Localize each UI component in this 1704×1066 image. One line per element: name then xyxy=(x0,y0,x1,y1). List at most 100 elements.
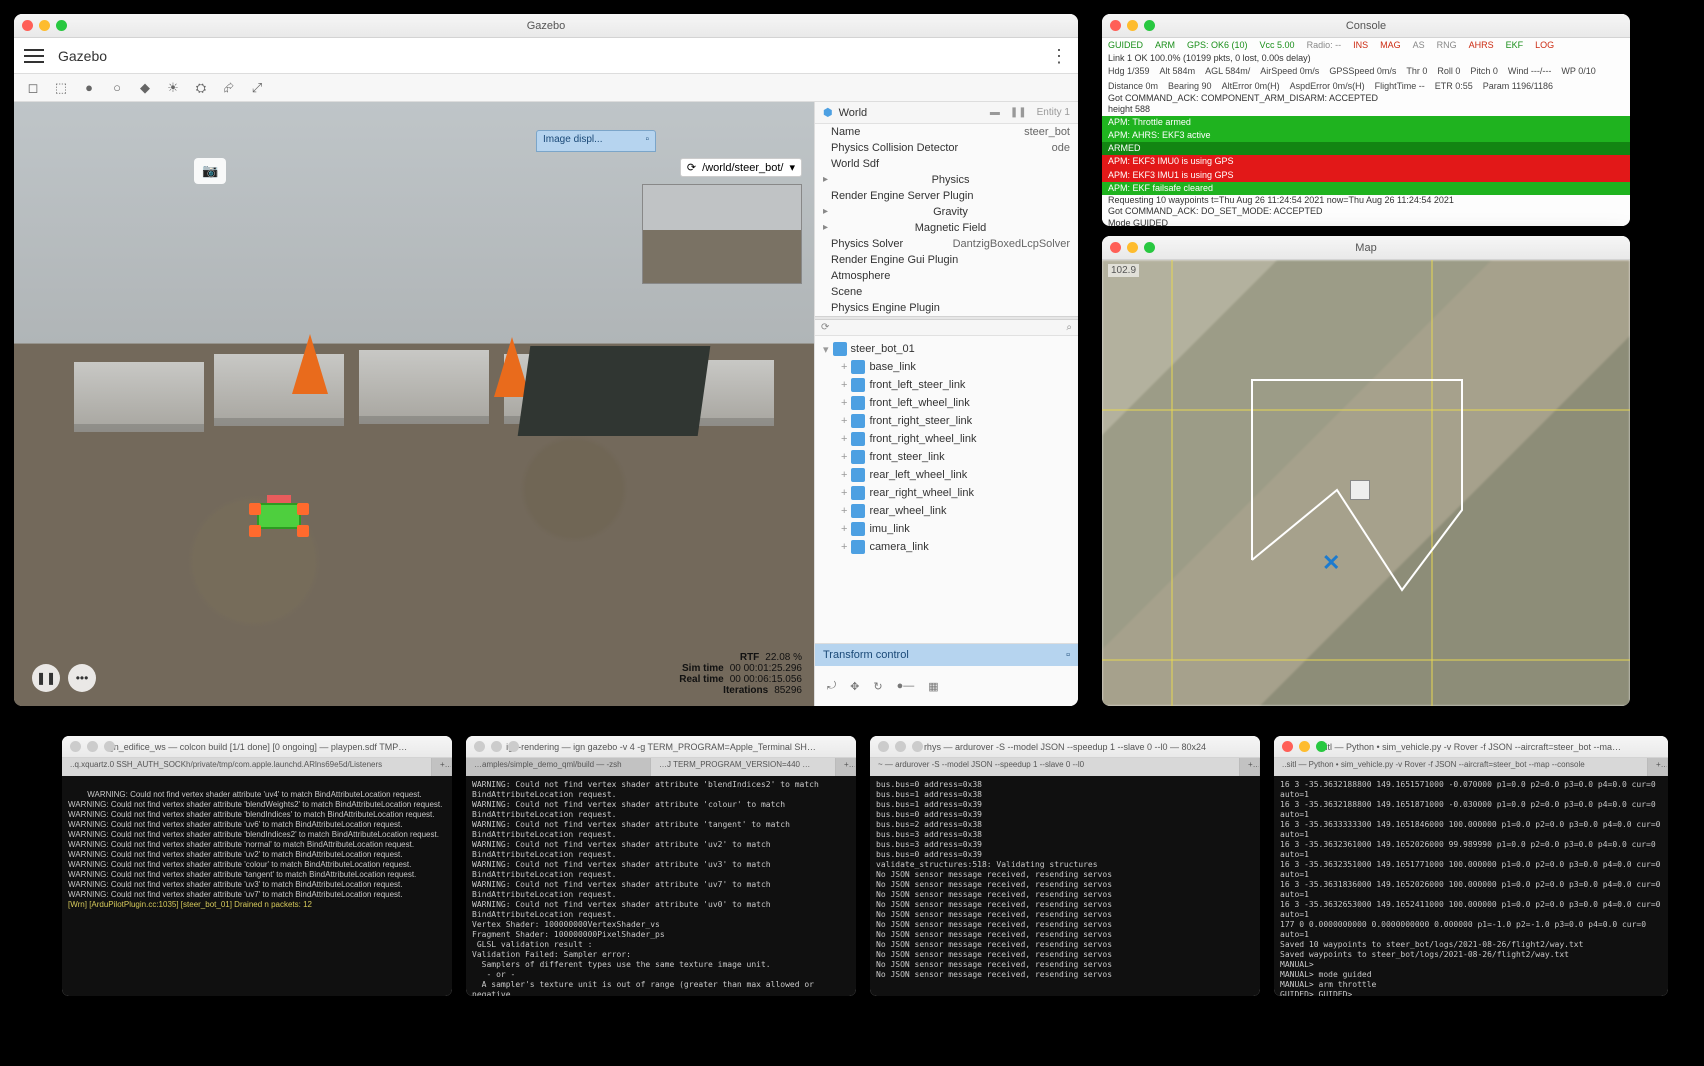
transform-tool-icon[interactable]: ▦ xyxy=(928,680,938,693)
shape-tool-icon[interactable]: ⮳ xyxy=(220,79,238,97)
close-icon[interactable] xyxy=(1282,741,1293,752)
tree-node[interactable]: +front_left_wheel_link xyxy=(815,394,1078,412)
terminal-tab[interactable]: ~ — ardurover -S --model JSON --speedup … xyxy=(870,758,1240,776)
tree-node[interactable]: ▾steer_bot_01 xyxy=(815,340,1078,358)
tree-node[interactable]: +base_link xyxy=(815,358,1078,376)
terminal-tab[interactable]: ..sitl — Python • sim_vehicle.py -v Rove… xyxy=(1274,758,1648,776)
terminal-titlebar[interactable]: rhys — ardurover -S --model JSON --speed… xyxy=(870,736,1260,758)
tree-node[interactable]: +rear_wheel_link xyxy=(815,502,1078,520)
close-icon[interactable] xyxy=(474,741,485,752)
shape-tool-icon[interactable]: ○ xyxy=(108,79,126,97)
world-selector[interactable]: ⟳ /world/steer_bot/ ▾ xyxy=(680,158,802,177)
terminal-tab[interactable]: …amples/simple_demo_qml/build — -zsh xyxy=(466,758,651,776)
tree-node[interactable]: +front_right_wheel_link xyxy=(815,430,1078,448)
transform-control-header[interactable]: Transform control ▫ xyxy=(815,644,1078,666)
property-row[interactable]: World Sdf xyxy=(815,156,1078,172)
collapse-icon[interactable]: ▬ xyxy=(990,107,1000,118)
shape-tool-icon[interactable]: ● xyxy=(80,79,98,97)
new-tab-button[interactable]: + xyxy=(1648,758,1668,776)
property-row[interactable]: Physics Engine Plugin xyxy=(815,300,1078,316)
zoom-icon[interactable] xyxy=(56,20,67,31)
zoom-icon[interactable] xyxy=(912,741,923,752)
terminal-titlebar[interactable]: ign-rendering — ign gazebo -v 4 -g TERM_… xyxy=(466,736,856,758)
zoom-icon[interactable] xyxy=(1144,242,1155,253)
minimize-icon[interactable] xyxy=(1127,20,1138,31)
close-icon[interactable] xyxy=(878,741,889,752)
transform-tool-icon[interactable]: ●— xyxy=(897,680,915,692)
gazebo-titlebar[interactable]: Gazebo xyxy=(14,14,1078,38)
minimize-icon[interactable] xyxy=(1299,741,1310,752)
property-row[interactable]: Render Engine Server Plugin xyxy=(815,188,1078,204)
property-row[interactable]: Namesteer_bot xyxy=(815,124,1078,140)
map-titlebar[interactable]: Map xyxy=(1102,236,1630,260)
close-icon[interactable] xyxy=(22,20,33,31)
more-button[interactable]: ••• xyxy=(68,664,96,692)
robot-model[interactable] xyxy=(249,497,309,539)
ahrs-badge[interactable]: AHRS xyxy=(1469,40,1494,51)
close-icon[interactable] xyxy=(70,741,81,752)
waypoint-x-icon[interactable]: ✕ xyxy=(1322,550,1340,576)
panel-close-icon[interactable]: ▫ xyxy=(645,134,649,148)
pause-button[interactable]: ❚❚ xyxy=(32,664,60,692)
minimize-icon[interactable] xyxy=(895,741,906,752)
radio-badge[interactable]: Radio: -- xyxy=(1307,40,1342,51)
panel-menu-icon[interactable]: ▫ xyxy=(1066,649,1070,661)
refresh-icon[interactable]: ⟳ xyxy=(821,322,829,333)
zoom-icon[interactable] xyxy=(104,741,115,752)
viewport-3d[interactable]: 📷 Image displ... ▫ ⟳ /world/steer_bot/ ▾… xyxy=(14,102,814,706)
pause-icon[interactable]: ❚❚ xyxy=(1010,107,1027,118)
mode-badge[interactable]: GUIDED xyxy=(1108,40,1143,51)
camera-preview[interactable] xyxy=(642,184,802,284)
rng-badge[interactable]: RNG xyxy=(1437,40,1457,51)
refresh-icon[interactable]: ⟳ xyxy=(687,161,696,174)
shape-tool-icon[interactable]: ☀ xyxy=(164,79,182,97)
minimize-icon[interactable] xyxy=(87,741,98,752)
image-display-panel[interactable]: Image displ... ▫ xyxy=(536,130,656,152)
search-icon[interactable]: ⌕ xyxy=(1066,322,1072,333)
tree-node[interactable]: +rear_left_wheel_link xyxy=(815,466,1078,484)
new-tab-button[interactable]: + xyxy=(836,758,856,776)
zoom-icon[interactable] xyxy=(1144,20,1155,31)
property-row[interactable]: Render Engine Gui Plugin xyxy=(815,252,1078,268)
zoom-icon[interactable] xyxy=(1316,741,1327,752)
terminal-tab[interactable]: …J TERM_PROGRAM_VERSION=440 … xyxy=(651,758,836,776)
close-icon[interactable] xyxy=(1110,20,1121,31)
tree-node[interactable]: +front_steer_link xyxy=(815,448,1078,466)
minimize-icon[interactable] xyxy=(491,741,502,752)
close-icon[interactable] xyxy=(1110,242,1121,253)
gps-badge[interactable]: GPS: OK6 (10) xyxy=(1187,40,1248,51)
shape-tool-icon[interactable]: ⬚ xyxy=(52,79,70,97)
camera-icon[interactable]: 📷 xyxy=(194,158,226,184)
terminal-output[interactable]: WARNING: Could not find vertex shader at… xyxy=(466,776,856,996)
menu-icon[interactable] xyxy=(24,49,44,63)
ekf-badge[interactable]: EKF xyxy=(1506,40,1524,51)
mag-badge[interactable]: MAG xyxy=(1380,40,1401,51)
terminal-titlebar[interactable]: ign_edifice_ws — colcon build [1/1 done]… xyxy=(62,736,452,758)
vcc-badge[interactable]: Vcc 5.00 xyxy=(1260,40,1295,51)
minimize-icon[interactable] xyxy=(39,20,50,31)
shape-tool-icon[interactable]: ◻ xyxy=(24,79,42,97)
as-badge[interactable]: AS xyxy=(1413,40,1425,51)
new-tab-button[interactable]: + xyxy=(432,758,452,776)
tree-node[interactable]: +front_left_steer_link xyxy=(815,376,1078,394)
arm-badge[interactable]: ARM xyxy=(1155,40,1175,51)
scene-tree[interactable]: ▾steer_bot_01+base_link+front_left_steer… xyxy=(815,336,1078,643)
chevron-down-icon[interactable]: ▾ xyxy=(789,161,795,174)
world-panel-header[interactable]: ⬢ World ▬ ❚❚ Entity 1 xyxy=(815,102,1078,124)
tree-node[interactable]: +imu_link xyxy=(815,520,1078,538)
vehicle-icon[interactable] xyxy=(1350,480,1370,500)
console-body[interactable]: GUIDED ARM GPS: OK6 (10) Vcc 5.00 Radio:… xyxy=(1102,38,1630,226)
ins-badge[interactable]: INS xyxy=(1353,40,1368,51)
console-titlebar[interactable]: Console xyxy=(1102,14,1630,38)
property-row[interactable]: Physics SolverDantzigBoxedLcpSolver xyxy=(815,236,1078,252)
property-row[interactable]: ▸Magnetic Field xyxy=(815,220,1078,236)
terminal-titlebar[interactable]: sitl — Python • sim_vehicle.py -v Rover … xyxy=(1274,736,1668,758)
property-row[interactable]: Scene xyxy=(815,284,1078,300)
tree-node[interactable]: +rear_right_wheel_link xyxy=(815,484,1078,502)
transform-tool-icon[interactable]: ⤾ xyxy=(827,680,836,693)
tree-node[interactable]: +camera_link xyxy=(815,538,1078,556)
terminal-output[interactable]: bus.bus=0 address=0x38 bus.bus=1 address… xyxy=(870,776,1260,996)
minimize-icon[interactable] xyxy=(1127,242,1138,253)
terminal-tab[interactable]: ..q.xquartz.0 SSH_AUTH_SOCKh/private/tmp… xyxy=(62,758,432,776)
shape-tool-icon[interactable]: ⛭ xyxy=(192,79,210,97)
